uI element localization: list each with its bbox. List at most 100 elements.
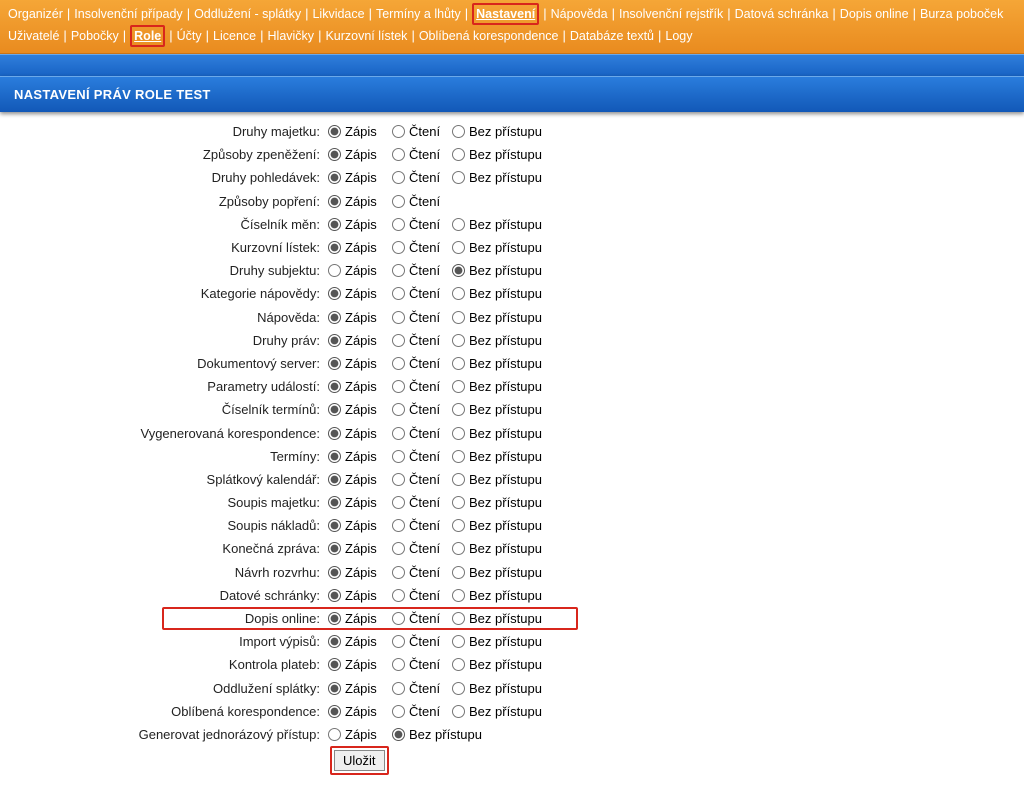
perm-option-cteni[interactable]: Čtení (392, 356, 452, 371)
perm-option-zapis[interactable]: Zápis (328, 124, 392, 139)
radio-cteni[interactable] (392, 705, 405, 718)
radio-bez[interactable] (452, 380, 465, 393)
nav-link--ty[interactable]: Účty (177, 29, 202, 43)
radio-zapis[interactable] (328, 705, 341, 718)
radio-zapis[interactable] (328, 125, 341, 138)
perm-option-zapis[interactable]: Zápis (328, 194, 392, 209)
perm-option-bez[interactable]: Bez přístupu (452, 611, 562, 626)
perm-option-cteni[interactable]: Čtení (392, 379, 452, 394)
perm-option-bez[interactable]: Bez přístupu (452, 402, 562, 417)
radio-bez[interactable] (392, 728, 405, 741)
radio-bez[interactable] (452, 311, 465, 324)
perm-option-cteni[interactable]: Čtení (392, 124, 452, 139)
radio-cteni[interactable] (392, 427, 405, 440)
radio-bez[interactable] (452, 496, 465, 509)
radio-zapis[interactable] (328, 357, 341, 370)
perm-option-bez[interactable]: Bez přístupu (452, 124, 562, 139)
perm-option-cteni[interactable]: Čtení (392, 240, 452, 255)
radio-zapis[interactable] (328, 427, 341, 440)
perm-option-bez[interactable]: Bez přístupu (452, 263, 562, 278)
radio-zapis[interactable] (328, 542, 341, 555)
radio-cteni[interactable] (392, 287, 405, 300)
radio-bez[interactable] (452, 334, 465, 347)
radio-cteni[interactable] (392, 334, 405, 347)
radio-bez[interactable] (452, 287, 465, 300)
radio-bez[interactable] (452, 427, 465, 440)
perm-option-cteni[interactable]: Čtení (392, 217, 452, 232)
radio-zapis[interactable] (328, 496, 341, 509)
radio-bez[interactable] (452, 682, 465, 695)
perm-option-zapis[interactable]: Zápis (328, 379, 392, 394)
radio-zapis[interactable] (328, 264, 341, 277)
perm-option-cteni[interactable]: Čtení (392, 611, 452, 626)
perm-option-bez[interactable]: Bez přístupu (452, 657, 562, 672)
perm-option-cteni[interactable]: Čtení (392, 333, 452, 348)
radio-bez[interactable] (452, 566, 465, 579)
radio-bez[interactable] (452, 148, 465, 161)
perm-option-cteni[interactable]: Čtení (392, 657, 452, 672)
perm-option-cteni[interactable]: Čtení (392, 588, 452, 603)
perm-option-zapis[interactable]: Zápis (328, 333, 392, 348)
radio-bez[interactable] (452, 542, 465, 555)
radio-zapis[interactable] (328, 171, 341, 184)
perm-option-cteni[interactable]: Čtení (392, 170, 452, 185)
perm-option-cteni[interactable]: Čtení (392, 147, 452, 162)
perm-option-zapis[interactable]: Zápis (328, 263, 392, 278)
nav-link-term-ny-a-lh-ty[interactable]: Termíny a lhůty (376, 7, 461, 21)
perm-option-zapis[interactable]: Zápis (328, 286, 392, 301)
perm-option-bez[interactable]: Bez přístupu (452, 472, 562, 487)
radio-cteni[interactable] (392, 682, 405, 695)
radio-bez[interactable] (452, 357, 465, 370)
perm-option-bez[interactable]: Bez přístupu (452, 681, 562, 696)
perm-option-bez[interactable]: Bez přístupu (452, 588, 562, 603)
radio-zapis[interactable] (328, 311, 341, 324)
perm-option-cteni[interactable]: Čtení (392, 449, 452, 464)
radio-cteni[interactable] (392, 357, 405, 370)
nav-link-datov-schr-nka[interactable]: Datová schránka (735, 7, 829, 21)
perm-option-zapis[interactable]: Zápis (328, 518, 392, 533)
radio-cteni[interactable] (392, 519, 405, 532)
perm-option-bez[interactable]: Bez přístupu (452, 147, 562, 162)
perm-option-cteni[interactable]: Čtení (392, 704, 452, 719)
perm-option-bez[interactable]: Bez přístupu (452, 565, 562, 580)
perm-option-cteni[interactable]: Čtení (392, 518, 452, 533)
perm-option-cteni[interactable]: Čtení (392, 472, 452, 487)
perm-option-zapis[interactable]: Zápis (328, 217, 392, 232)
perm-option-zapis[interactable]: Zápis (328, 565, 392, 580)
radio-cteni[interactable] (392, 218, 405, 231)
perm-option-zapis[interactable]: Zápis (328, 426, 392, 441)
radio-cteni[interactable] (392, 473, 405, 486)
radio-cteni[interactable] (392, 148, 405, 161)
perm-option-zapis[interactable]: Zápis (328, 310, 392, 325)
radio-zapis[interactable] (328, 334, 341, 347)
radio-cteni[interactable] (392, 450, 405, 463)
perm-option-bez[interactable]: Bez přístupu (452, 333, 562, 348)
perm-option-cteni[interactable]: Čtení (392, 286, 452, 301)
perm-option-zapis[interactable]: Zápis (328, 588, 392, 603)
perm-option-cteni[interactable]: Čtení (392, 541, 452, 556)
radio-bez[interactable] (452, 264, 465, 277)
radio-zapis[interactable] (328, 589, 341, 602)
perm-option-zapis[interactable]: Zápis (328, 541, 392, 556)
nav-link-kurzovn-l-stek[interactable]: Kurzovní lístek (325, 29, 407, 43)
nav-link-insolven-n-rejst-k[interactable]: Insolvenční rejstřík (619, 7, 723, 21)
radio-bez[interactable] (452, 450, 465, 463)
radio-zapis[interactable] (328, 658, 341, 671)
radio-zapis[interactable] (328, 287, 341, 300)
radio-cteni[interactable] (392, 542, 405, 555)
perm-option-bez[interactable]: Bez přístupu (452, 449, 562, 464)
perm-option-zapis[interactable]: Zápis (328, 611, 392, 626)
nav-link-dopis-online[interactable]: Dopis online (840, 7, 909, 21)
radio-cteni[interactable] (392, 635, 405, 648)
perm-option-cteni[interactable]: Čtení (392, 565, 452, 580)
nav-link-hlavi-ky[interactable]: Hlavičky (268, 29, 315, 43)
perm-option-bez[interactable]: Bez přístupu (452, 217, 562, 232)
nav-link-pobo-ky[interactable]: Pobočky (71, 29, 119, 43)
perm-option-zapis[interactable]: Zápis (328, 727, 392, 742)
radio-zapis[interactable] (328, 682, 341, 695)
radio-cteni[interactable] (392, 195, 405, 208)
perm-option-zapis[interactable]: Zápis (328, 495, 392, 510)
perm-option-bez[interactable]: Bez přístupu (452, 170, 562, 185)
perm-option-cteni[interactable]: Čtení (392, 681, 452, 696)
radio-cteni[interactable] (392, 612, 405, 625)
